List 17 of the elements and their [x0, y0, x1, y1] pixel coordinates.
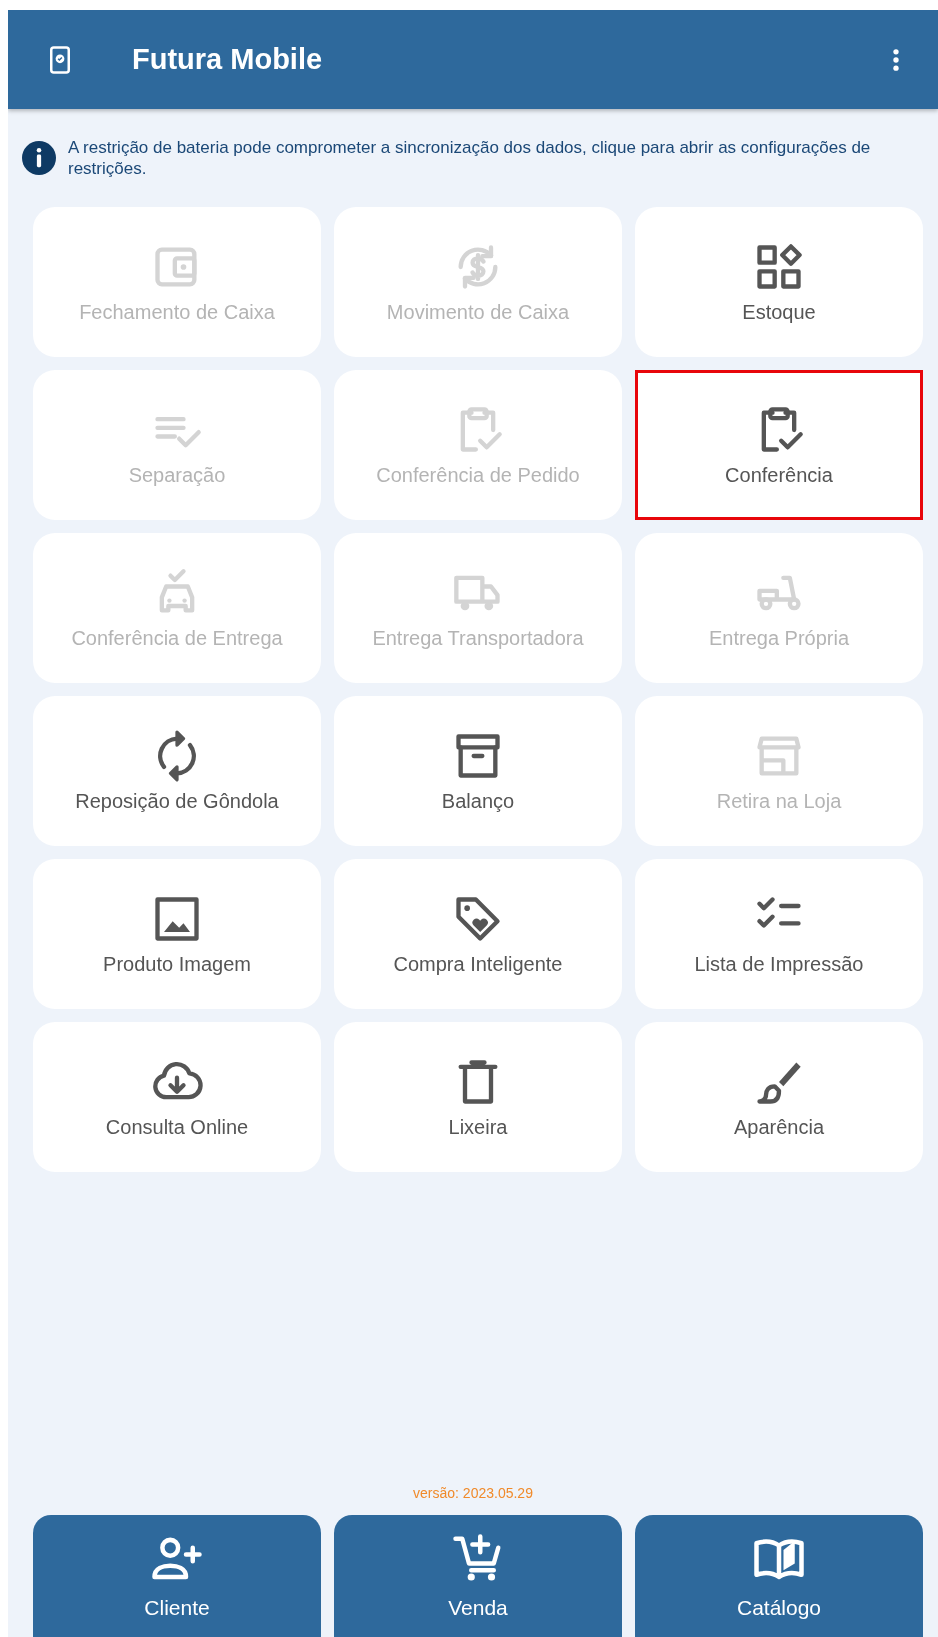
shortcut-button[interactable]: Catálogo — [635, 1515, 923, 1637]
version-label: versão: 2023.05.29 — [412, 1485, 534, 1501]
menu-tile[interactable]: Lixeira — [334, 1022, 622, 1172]
menu-tile[interactable]: Estoque — [635, 207, 923, 357]
menu-tile[interactable]: Reposição de Gôndola — [33, 696, 321, 846]
menu-tile[interactable]: Lista de Impressão — [635, 859, 923, 1009]
menu-tile[interactable]: Produto Imagem — [33, 859, 321, 1009]
info-icon — [22, 141, 56, 175]
menu-tile[interactable]: Conferência — [635, 370, 923, 520]
menu-tile[interactable]: Aparência — [635, 1022, 923, 1172]
menu-tile[interactable]: Consulta Online — [33, 1022, 321, 1172]
app-title: Futura Mobile — [132, 43, 324, 76]
menu-tile[interactable]: Balanço — [334, 696, 622, 846]
battery-restriction-notice[interactable]: A restrição de bateria pode comprometer a sincronização dos dados, clique para abrir as configurações de restrições. — [68, 137, 928, 179]
shortcut-button[interactable]: Cliente — [33, 1515, 321, 1637]
menu-tile[interactable]: Compra Inteligente — [334, 859, 622, 1009]
shortcut-button[interactable]: Venda — [334, 1515, 622, 1637]
